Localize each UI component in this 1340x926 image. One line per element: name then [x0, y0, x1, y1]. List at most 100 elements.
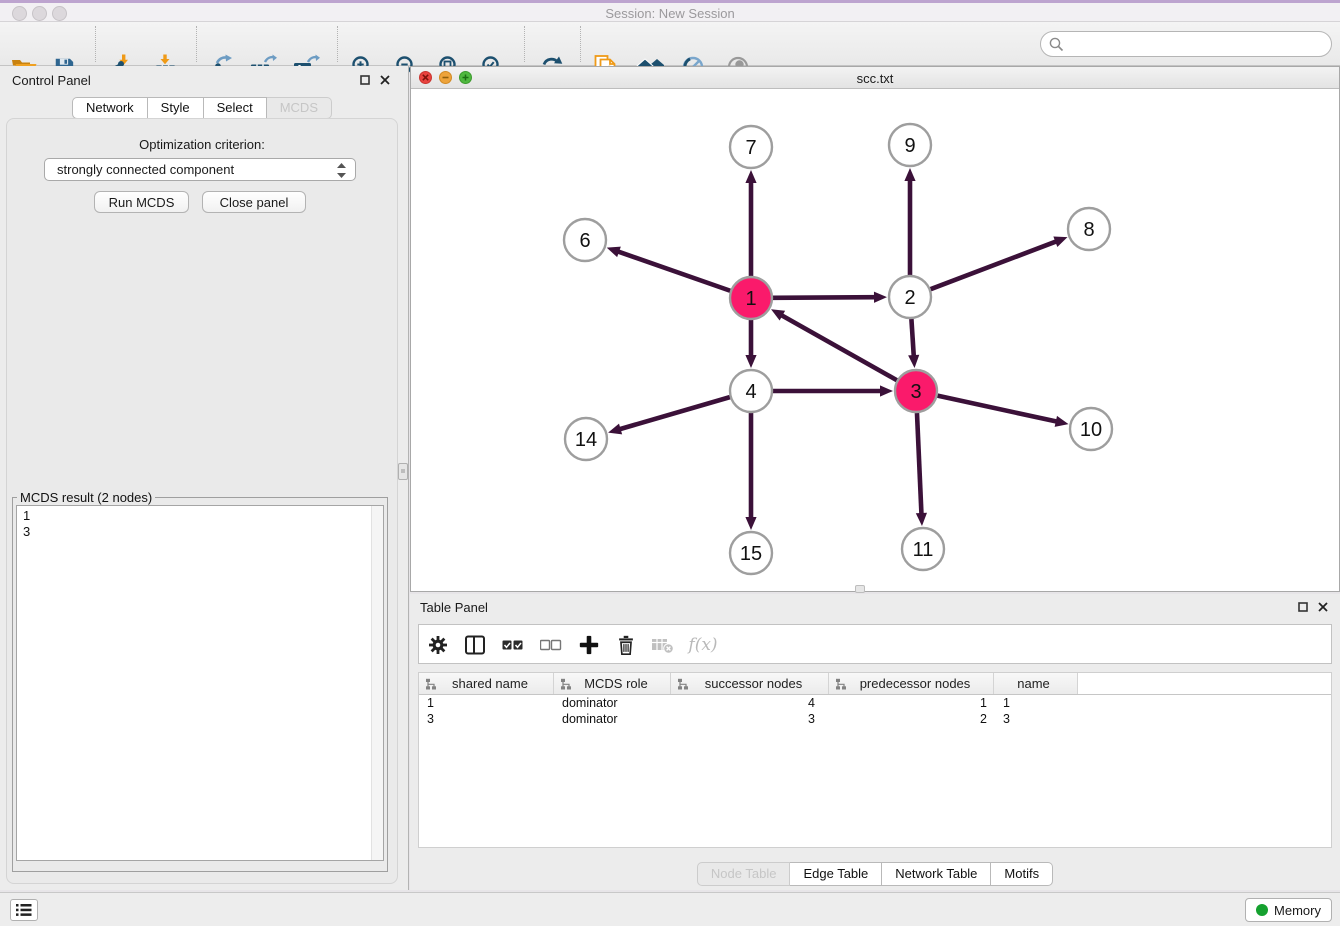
tab-node-table[interactable]: Node Table — [697, 862, 791, 886]
graph-edge-1-2[interactable] — [773, 297, 876, 298]
graph-edge-2-8[interactable] — [931, 241, 1058, 289]
float-panel-icon[interactable] — [358, 73, 372, 87]
delete-column-icon[interactable] — [614, 633, 638, 657]
control-panel-tabs: Network Style Select MCDS — [0, 97, 404, 119]
table-cell[interactable]: 1 — [994, 696, 1078, 710]
graph-edge-arrow-icon — [916, 513, 927, 526]
table-cell[interactable]: dominator — [554, 696, 671, 710]
graph-node-label: 2 — [904, 287, 915, 309]
graph-edge-arrow-icon — [608, 424, 622, 435]
close-panel-icon[interactable] — [378, 73, 392, 87]
table-cell[interactable]: 3 — [419, 712, 554, 726]
graph-edge-1-6[interactable] — [617, 251, 730, 291]
search-field — [1040, 31, 1332, 57]
memory-button[interactable]: Memory — [1245, 898, 1332, 922]
graph-node-label: 11 — [913, 539, 934, 561]
network-view-window: scc.txt 1234678910111415 — [410, 66, 1340, 592]
mcds-result-textarea[interactable]: 13 — [16, 505, 384, 861]
graph-edge-arrow-icon — [904, 168, 915, 181]
close-panel-icon[interactable] — [1316, 600, 1330, 614]
function-builder-icon: f(x) — [686, 633, 720, 657]
tab-mcds[interactable]: MCDS — [267, 97, 332, 119]
optimization-criterion-label: Optimization criterion: — [0, 137, 404, 152]
unselect-all-columns-icon[interactable] — [539, 633, 563, 657]
task-history-button[interactable] — [10, 899, 38, 921]
column-header-filler — [1078, 673, 1331, 694]
graph-edge-2-3[interactable] — [911, 319, 913, 357]
toolbar-separator — [524, 26, 525, 62]
network-window-titlebar: scc.txt — [411, 67, 1339, 89]
table-row[interactable]: 1dominator411 — [419, 695, 1331, 711]
graph-edge-arrow-icon — [908, 355, 919, 368]
app-titlebar: Session: New Session — [0, 0, 1340, 22]
control-panel: Control Panel Network Style Select MCDS … — [0, 66, 408, 890]
column-header-shared-name[interactable]: shared name — [419, 673, 554, 694]
run-mcds-button[interactable]: Run MCDS — [94, 191, 189, 213]
panel-divider[interactable] — [408, 66, 409, 890]
tab-edge-table[interactable]: Edge Table — [790, 862, 882, 886]
main-toolbar — [0, 22, 1340, 66]
close-panel-button[interactable]: Close panel — [202, 191, 306, 213]
memory-status-icon — [1256, 904, 1268, 916]
graph-edge-arrow-icon — [1053, 237, 1067, 247]
gear-icon[interactable] — [426, 633, 450, 657]
graph-node-label: 10 — [1080, 419, 1102, 441]
table-cell[interactable]: 3 — [994, 712, 1078, 726]
criterion-select[interactable]: strongly connected component — [44, 158, 356, 181]
graph-edge-3-11[interactable] — [917, 413, 922, 515]
graph-edge-arrow-icon — [880, 385, 893, 396]
table-cell[interactable]: 1 — [419, 696, 554, 710]
graph-edge-arrow-icon — [874, 292, 887, 303]
table-tabs: Node Table Edge Table Network Table Moti… — [410, 862, 1340, 886]
tab-motifs[interactable]: Motifs — [991, 862, 1053, 886]
graph-edge-4-14[interactable] — [619, 397, 730, 429]
search-input[interactable] — [1040, 31, 1332, 57]
graph-edge-arrow-icon — [745, 170, 756, 183]
tree-icon — [677, 678, 689, 690]
column-header-mcds-role[interactable]: MCDS role — [554, 673, 671, 694]
tab-network-table[interactable]: Network Table — [882, 862, 991, 886]
mcds-result-line: 3 — [23, 524, 383, 540]
column-header-name[interactable]: name — [994, 673, 1078, 694]
divider-grip[interactable] — [398, 463, 408, 480]
table-row[interactable]: 3dominator323 — [419, 711, 1331, 727]
column-layout-icon[interactable] — [463, 633, 487, 657]
toolbar-separator — [337, 26, 338, 62]
tab-select[interactable]: Select — [204, 97, 267, 119]
tab-style[interactable]: Style — [148, 97, 204, 119]
table-cell[interactable]: 1 — [829, 696, 994, 710]
graph-node-label: 1 — [745, 288, 756, 310]
table-panel: Table Panel — [410, 594, 1340, 890]
toolbar-separator — [580, 26, 581, 62]
network-canvas[interactable]: 1234678910111415 — [411, 89, 1339, 591]
float-panel-icon[interactable] — [1296, 600, 1310, 614]
status-bar: Memory — [0, 892, 1340, 926]
select-all-columns-icon[interactable] — [501, 633, 525, 657]
table-cell[interactable]: 3 — [671, 712, 829, 726]
graph-edge-3-1[interactable] — [781, 315, 897, 381]
scrollbar[interactable] — [371, 506, 383, 860]
tree-icon — [425, 678, 437, 690]
graph-node-label: 4 — [745, 381, 756, 403]
toolbar-separator — [196, 26, 197, 62]
search-icon — [1049, 37, 1064, 52]
delete-table-icon — [650, 633, 674, 657]
table-cell[interactable]: 2 — [829, 712, 994, 726]
table-cell[interactable]: dominator — [554, 712, 671, 726]
graph-node-label: 6 — [579, 230, 590, 252]
column-header-successor-nodes[interactable]: successor nodes — [671, 673, 829, 694]
app-title: Session: New Session — [0, 6, 1340, 21]
tree-icon — [560, 678, 572, 690]
table-cell[interactable]: 4 — [671, 696, 829, 710]
graph-edge-3-10[interactable] — [937, 396, 1057, 422]
node-table: shared name MCDS role successor nodes pr… — [418, 672, 1332, 848]
add-column-icon[interactable] — [577, 633, 601, 657]
mcds-result-groupbox: MCDS result (2 nodes) 13 — [12, 490, 388, 872]
memory-label: Memory — [1274, 903, 1321, 918]
graph-node-label: 15 — [740, 543, 762, 565]
tab-network[interactable]: Network — [72, 97, 148, 119]
divider-grip[interactable] — [855, 585, 865, 593]
column-header-predecessor-nodes[interactable]: predecessor nodes — [829, 673, 994, 694]
criterion-value: strongly connected component — [57, 162, 234, 177]
control-panel-title: Control Panel — [12, 73, 91, 88]
